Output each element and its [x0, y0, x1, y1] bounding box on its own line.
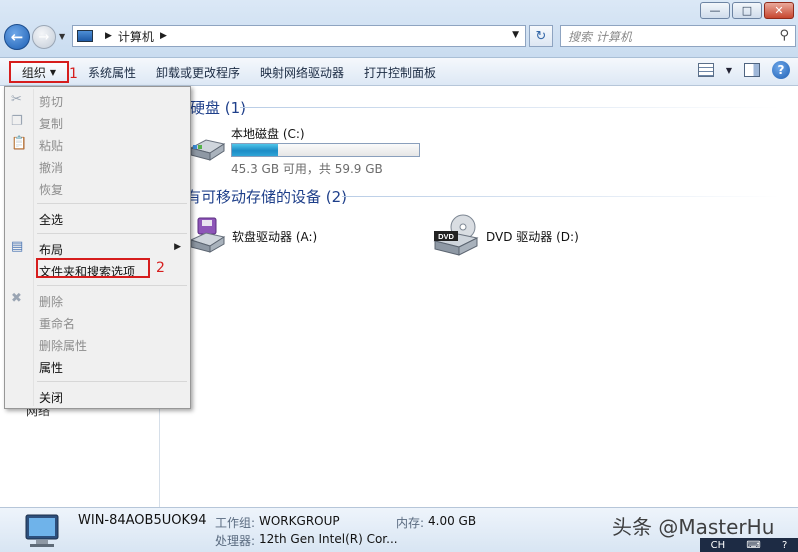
drive-c-name[interactable]: 本地磁盘 (C:) — [231, 125, 305, 142]
drive-a-name[interactable]: 软盘驱动器 (A:) — [232, 228, 317, 245]
dvd-badge-text: DVD — [438, 232, 454, 241]
search-icon[interactable]: ⚲ — [779, 28, 789, 43]
watermark: 头条 @MasterHu — [612, 515, 775, 539]
group-header-removable[interactable]: 有可移动存储的设备 (2) — [186, 186, 347, 207]
menu-item-close[interactable]: 关闭 — [39, 389, 63, 406]
organize-menu: ✂ 剪切 ❐ 复制 📋 粘贴 撤消 恢复 全选 ▤ 布局 ▶ 文件夹和搜索选项 … — [4, 86, 191, 409]
group-divider — [342, 196, 780, 197]
taskbar-tray: CH ⌨ ? — [700, 538, 798, 552]
memory-value: 4.00 GB — [428, 514, 477, 528]
arrow-right-icon: → — [38, 29, 50, 45]
chevron-down-icon: ▼ — [49, 67, 57, 77]
menu-item-cut[interactable]: 剪切 — [39, 93, 63, 110]
delete-icon: ✖ — [11, 291, 22, 306]
annotation-step-2: 2 — [156, 260, 165, 276]
keyboard-icon[interactable]: ⌨ — [746, 540, 760, 551]
copy-icon: ❐ — [11, 114, 23, 129]
processor-label: 处理器: — [215, 534, 256, 548]
menu-separator — [37, 203, 187, 204]
window-controls: — □ ✕ — [700, 2, 794, 19]
drive-c-usage-fill — [232, 144, 278, 156]
paste-icon: 📋 — [11, 136, 28, 151]
breadcrumb-separator-icon[interactable]: ▶ — [105, 31, 112, 41]
menu-item-redo[interactable]: 恢复 — [39, 181, 63, 198]
breadcrumb-computer[interactable]: 计算机 — [118, 28, 154, 45]
annotation-highlight-box — [36, 258, 150, 278]
workgroup-value: WORKGROUP — [259, 514, 340, 528]
menu-separator — [37, 233, 187, 234]
menu-item-properties[interactable]: 属性 — [39, 359, 63, 376]
minimize-button[interactable]: — — [700, 2, 730, 19]
address-dropdown-icon[interactable]: ▼ — [512, 30, 519, 40]
menu-item-layout[interactable]: 布局 — [39, 241, 63, 258]
computer-icon — [77, 30, 93, 42]
history-dropdown-button[interactable]: ▼ — [59, 32, 65, 41]
open-control-panel-button[interactable]: 打开控制面板 — [354, 61, 446, 83]
breadcrumb-separator-icon[interactable]: ▶ — [160, 31, 167, 41]
change-view-icon[interactable] — [697, 63, 714, 77]
back-button[interactable]: ← — [4, 24, 30, 50]
uninstall-program-button[interactable]: 卸载或更改程序 — [146, 61, 250, 83]
menu-separator — [37, 285, 187, 286]
floppy-drive-icon — [189, 217, 226, 253]
menu-item-undo[interactable]: 撤消 — [39, 159, 63, 176]
refresh-icon: ↻ — [535, 28, 547, 44]
computer-icon — [25, 514, 59, 547]
memory-label: 内存: — [396, 516, 425, 530]
ime-indicator[interactable]: CH — [711, 540, 726, 551]
processor-value: 12th Gen Intel(R) Cor... — [259, 532, 398, 546]
title-bar: — □ ✕ ← → ▼ ▶ 计算机 ▶ ▼ ↻ 搜索 计算机 ⚲ — [0, 0, 798, 58]
arrow-left-icon: ← — [10, 28, 24, 46]
address-bar[interactable]: ▶ 计算机 ▶ ▼ — [72, 25, 526, 47]
cut-icon: ✂ — [11, 92, 22, 107]
preview-pane-icon[interactable] — [744, 63, 760, 77]
close-button[interactable]: ✕ — [764, 2, 794, 19]
menu-item-rename[interactable]: 重命名 — [39, 315, 75, 332]
help-icon[interactable]: ? — [772, 61, 790, 79]
computer-name: WIN-84AOB5UOK94 — [78, 513, 207, 528]
workgroup-label: 工作组: — [215, 516, 256, 530]
organize-label: 组织 — [21, 65, 46, 80]
organize-button[interactable]: 组织 ▼ — [9, 61, 69, 83]
dvd-drive-icon: DVD — [433, 214, 479, 256]
menu-separator — [37, 381, 187, 382]
command-bar: 组织 ▼ 系统属性 卸载或更改程序 映射网络驱动器 打开控制面板 ▼ ? — [0, 58, 798, 86]
help-icon[interactable]: ? — [782, 540, 787, 551]
search-input[interactable]: 搜索 计算机 ⚲ — [560, 25, 796, 47]
menu-item-select-all[interactable]: 全选 — [39, 211, 63, 228]
annotation-step-1: 1 — [69, 66, 78, 82]
view-controls: ▼ ? — [697, 61, 790, 79]
menu-item-copy[interactable]: 复制 — [39, 115, 63, 132]
drive-c-usage-bar — [231, 143, 420, 157]
chevron-down-icon[interactable]: ▼ — [726, 66, 732, 75]
system-properties-button[interactable]: 系统属性 — [78, 61, 146, 83]
menu-gutter — [33, 89, 34, 406]
drive-c-space: 45.3 GB 可用，共 59.9 GB — [231, 162, 383, 176]
search-placeholder: 搜索 计算机 — [568, 29, 632, 44]
command-links: 系统属性 卸载或更改程序 映射网络驱动器 打开控制面板 — [78, 61, 446, 83]
drive-d-name[interactable]: DVD 驱动器 (D:) — [486, 228, 579, 245]
maximize-button[interactable]: □ — [732, 2, 762, 19]
group-header-hard-disks[interactable]: 硬盘 (1) — [190, 97, 246, 118]
hard-drive-icon — [189, 139, 226, 161]
menu-item-paste[interactable]: 粘贴 — [39, 137, 63, 154]
menu-item-delete[interactable]: 删除 — [39, 293, 63, 310]
group-divider — [240, 107, 780, 108]
forward-button[interactable]: → — [32, 25, 56, 49]
refresh-button[interactable]: ↻ — [529, 25, 553, 47]
layout-icon: ▤ — [11, 239, 24, 254]
map-network-drive-button[interactable]: 映射网络驱动器 — [250, 61, 354, 83]
menu-item-remove-properties[interactable]: 删除属性 — [39, 337, 87, 354]
submenu-arrow-icon: ▶ — [174, 242, 181, 252]
